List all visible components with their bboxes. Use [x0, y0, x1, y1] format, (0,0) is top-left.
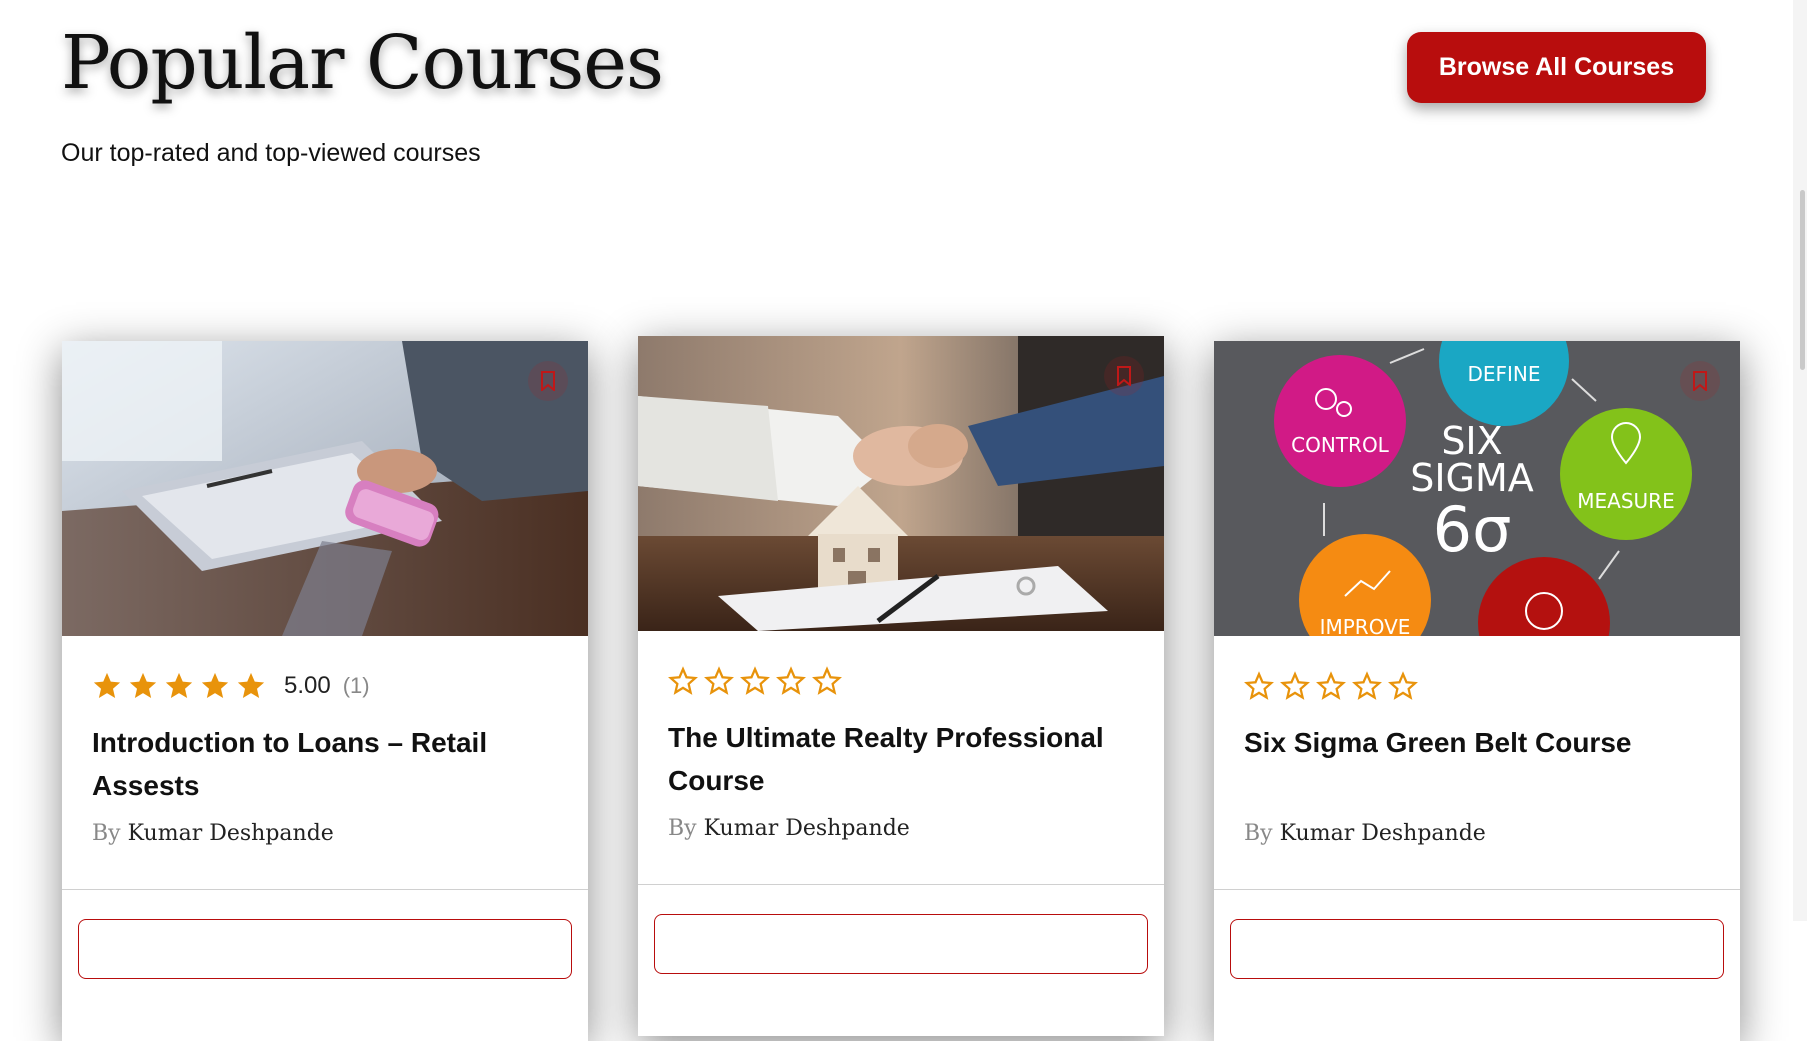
star-filled-icon — [129, 672, 157, 698]
improve-label: IMPROVE — [1320, 615, 1411, 636]
card-action-button[interactable] — [654, 914, 1148, 974]
author-prefix: By — [92, 821, 121, 846]
control-label: CONTROL — [1291, 433, 1390, 457]
course-card[interactable]: The Ultimate Realty Professional Course … — [638, 336, 1164, 1036]
course-card[interactable]: 5.00 (1) Introduction to Loans – Retail … — [62, 341, 588, 1041]
star-outline-icon — [1244, 671, 1274, 700]
author-name[interactable]: Kumar Deshpande — [704, 816, 910, 841]
author-prefix: By — [1244, 821, 1273, 846]
star-outline-icon — [668, 666, 698, 695]
bookmark-button[interactable] — [528, 361, 568, 401]
rating — [1244, 671, 1424, 701]
course-author: By Kumar Deshpande — [92, 821, 334, 846]
page-subtitle: Our top-rated and top-viewed courses — [61, 139, 481, 167]
star-outline-icon — [812, 666, 842, 695]
bookmark-button[interactable] — [1104, 356, 1144, 396]
card-divider — [638, 884, 1164, 885]
card-action-button[interactable] — [78, 919, 572, 979]
define-label: DEFINE — [1467, 362, 1540, 386]
course-card[interactable]: DEFINE CONTROL MEASURE IMPROVE SIX SIGMA… — [1214, 341, 1740, 1041]
star-filled-icon — [201, 672, 229, 698]
bookmark-icon — [1693, 371, 1707, 391]
course-title[interactable]: Introduction to Loans – Retail Assests — [92, 721, 552, 807]
rating-value: 5.00 — [284, 672, 331, 699]
bookmark-icon — [541, 371, 555, 391]
rating — [668, 666, 848, 696]
measure-label: MEASURE — [1577, 489, 1674, 513]
page-title: Popular Courses — [61, 20, 664, 106]
bookmark-button[interactable] — [1680, 361, 1720, 401]
card-divider — [1214, 889, 1740, 890]
star-outline-icon — [776, 666, 806, 695]
star-filled-icon — [237, 672, 265, 698]
author-name[interactable]: Kumar Deshpande — [128, 821, 334, 846]
author-name[interactable]: Kumar Deshpande — [1280, 821, 1486, 846]
star-outline-icon — [740, 666, 770, 695]
course-title[interactable]: Six Sigma Green Belt Course — [1244, 721, 1704, 764]
star-outline-icon — [1352, 671, 1382, 700]
rating-count: (1) — [342, 673, 370, 698]
course-author: By Kumar Deshpande — [668, 816, 910, 841]
card-divider — [62, 889, 588, 890]
star-outline-icon — [1388, 671, 1418, 700]
star-filled-icon — [93, 672, 121, 698]
course-image[interactable]: DEFINE CONTROL MEASURE IMPROVE SIX SIGMA… — [1214, 341, 1740, 636]
page-scrollbar[interactable] — [1793, 0, 1807, 921]
course-image[interactable] — [62, 341, 588, 636]
browse-all-courses-button[interactable]: Browse All Courses — [1407, 32, 1706, 103]
card-action-button[interactable] — [1230, 919, 1724, 979]
course-image[interactable] — [638, 336, 1164, 631]
scrollbar-thumb[interactable] — [1800, 190, 1805, 370]
bookmark-icon — [1117, 366, 1131, 386]
six-sigma-symbol: 6σ — [1433, 493, 1512, 566]
star-outline-icon — [1316, 671, 1346, 700]
course-author: By Kumar Deshpande — [1244, 821, 1486, 846]
star-outline-icon — [1280, 671, 1310, 700]
star-filled-icon — [165, 672, 193, 698]
author-prefix: By — [668, 816, 697, 841]
course-title[interactable]: The Ultimate Realty Professional Course — [668, 716, 1128, 802]
rating: 5.00 (1) — [92, 671, 370, 701]
star-outline-icon — [704, 666, 734, 695]
